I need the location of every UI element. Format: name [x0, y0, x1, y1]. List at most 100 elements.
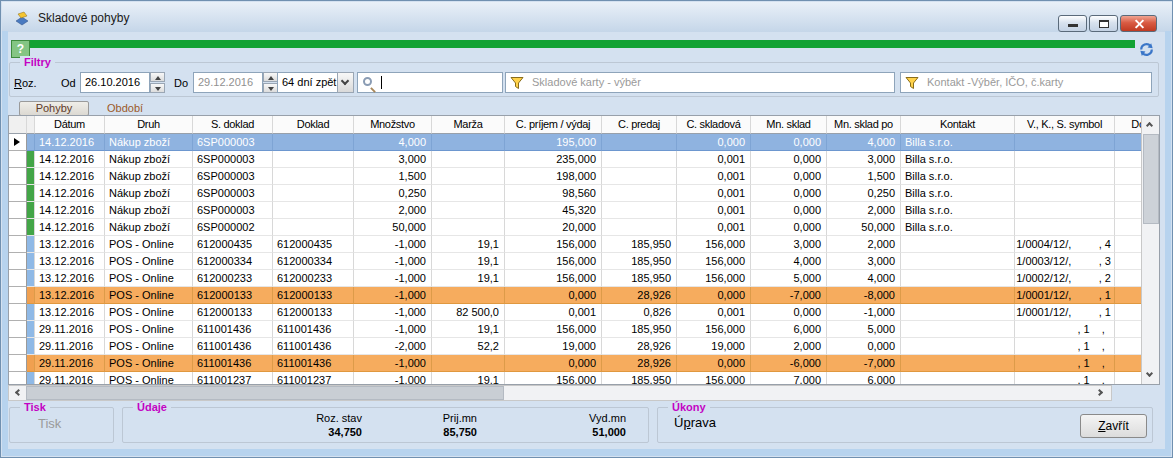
table-row[interactable]: 13.12.2016POS - Online612000435612000435… — [9, 236, 1160, 253]
table-cell[interactable] — [273, 134, 354, 151]
table-cell[interactable]: 6,000 — [827, 372, 901, 385]
row-selector-cell[interactable] — [9, 236, 27, 253]
table-cell[interactable]: POS - Online — [105, 372, 193, 385]
table-cell[interactable]: 612000133 — [273, 287, 354, 304]
row-selector-cell[interactable] — [9, 151, 27, 168]
table-cell[interactable]: 1/0003/12/, , 3 — [1015, 253, 1115, 270]
table-cell[interactable]: Nákup zboží — [105, 185, 193, 202]
date-to-spinner[interactable] — [263, 72, 278, 93]
table-cell[interactable]: 28,926 — [602, 355, 677, 372]
scroll-right-button[interactable] — [1094, 386, 1111, 400]
table-cell[interactable]: 3,000 — [827, 151, 901, 168]
table-cell[interactable]: 6SP000003 — [193, 185, 273, 202]
table-cell[interactable]: 3,000 — [751, 236, 827, 253]
table-cell[interactable]: , 1 , — [1015, 338, 1115, 355]
table-cell[interactable]: 5,000 — [827, 321, 901, 338]
column-header[interactable]: Mn. sklad — [751, 116, 827, 134]
table-cell[interactable]: 195,000 — [505, 134, 602, 151]
table-cell[interactable]: POS - Online — [105, 270, 193, 287]
table-cell[interactable]: POS - Online — [105, 253, 193, 270]
table-cell[interactable]: 611001436 — [193, 355, 273, 372]
kontakt-filter-input[interactable]: Kontakt -Výběr, IČO, č.karty — [900, 72, 1152, 93]
spin-up-icon[interactable] — [263, 72, 278, 82]
column-header[interactable]: Kontakt — [901, 116, 1015, 134]
table-row[interactable]: 29.11.2016POS - Online611001436611001436… — [9, 321, 1160, 338]
table-cell[interactable]: POS - Online — [105, 355, 193, 372]
table-cell[interactable]: , 1 , — [1015, 355, 1115, 372]
table-cell[interactable]: 0,000 — [827, 338, 901, 355]
roz-link[interactable]: Roz. — [14, 77, 37, 89]
table-cell[interactable] — [1015, 202, 1115, 219]
table-cell[interactable]: -1,000 — [354, 304, 432, 321]
table-cell[interactable]: 1,500 — [354, 168, 432, 185]
table-row[interactable]: 14.12.2016Nákup zboží6SP0000031,500198,0… — [9, 168, 1160, 185]
table-cell[interactable] — [432, 168, 505, 185]
table-cell[interactable] — [901, 236, 1015, 253]
date-from-spinner[interactable] — [150, 72, 165, 93]
table-cell[interactable] — [901, 253, 1015, 270]
row-selector-cell[interactable] — [9, 304, 27, 321]
table-cell[interactable] — [1015, 134, 1115, 151]
table-cell[interactable]: 19,000 — [677, 338, 751, 355]
horizontal-scrollbar[interactable] — [8, 385, 1112, 401]
column-header[interactable]: S. doklad — [193, 116, 273, 134]
row-selector-cell[interactable] — [9, 372, 27, 385]
table-cell[interactable]: 6SP000003 — [193, 134, 273, 151]
table-cell[interactable] — [273, 151, 354, 168]
table-cell[interactable]: 612000334 — [273, 253, 354, 270]
scroll-left-button[interactable] — [9, 386, 26, 400]
table-cell[interactable]: 612000435 — [193, 236, 273, 253]
table-cell[interactable]: 185,950 — [602, 372, 677, 385]
range-select[interactable]: 64 dní zpět — [277, 72, 338, 93]
minimize-button[interactable] — [1058, 15, 1087, 32]
table-cell[interactable]: 612000133 — [273, 304, 354, 321]
table-cell[interactable]: 13.12.2016 — [35, 270, 105, 287]
table-cell[interactable]: 0,000 — [505, 287, 602, 304]
row-selector-cell[interactable] — [9, 355, 27, 372]
table-cell[interactable]: 235,000 — [505, 151, 602, 168]
table-cell[interactable]: 0,000 — [677, 287, 751, 304]
table-cell[interactable]: 14.12.2016 — [35, 168, 105, 185]
table-cell[interactable] — [602, 202, 677, 219]
table-row[interactable]: 13.12.2016POS - Online612000334612000334… — [9, 253, 1160, 270]
refresh-icon[interactable] — [1138, 41, 1155, 58]
row-selector-cell[interactable] — [9, 134, 27, 151]
table-cell[interactable]: 28,926 — [602, 287, 677, 304]
table-cell[interactable]: 6SP000003 — [193, 151, 273, 168]
table-cell[interactable]: 29.11.2016 — [35, 321, 105, 338]
column-header[interactable]: Dátum — [35, 116, 105, 134]
table-cell[interactable]: -1,000 — [354, 270, 432, 287]
table-cell[interactable]: -8,000 — [827, 287, 901, 304]
table-row[interactable]: 13.12.2016POS - Online612000133612000133… — [9, 287, 1160, 304]
table-cell[interactable]: 0,000 — [751, 168, 827, 185]
table-cell[interactable] — [432, 151, 505, 168]
table-cell[interactable]: 13.12.2016 — [35, 287, 105, 304]
table-cell[interactable]: 6SP000003 — [193, 168, 273, 185]
table-cell[interactable] — [602, 168, 677, 185]
table-row[interactable]: 14.12.2016Nákup zboží6SP0000034,000195,0… — [9, 134, 1160, 151]
column-header[interactable]: Druh — [105, 116, 193, 134]
vertical-scrollbar[interactable] — [1141, 116, 1159, 384]
table-cell[interactable]: , 1 , — [1015, 372, 1115, 385]
table-cell[interactable] — [901, 321, 1015, 338]
scroll-down-button[interactable] — [1142, 367, 1160, 384]
table-cell[interactable]: 611001237 — [273, 372, 354, 385]
table-cell[interactable]: 29.11.2016 — [35, 355, 105, 372]
table-cell[interactable]: 156,000 — [677, 236, 751, 253]
table-cell[interactable]: 0,000 — [677, 134, 751, 151]
table-cell[interactable] — [273, 219, 354, 236]
table-cell[interactable]: 6,000 — [751, 321, 827, 338]
table-row[interactable]: 29.11.2016POS - Online611001436611001436… — [9, 355, 1160, 372]
table-cell[interactable]: Billa s.r.o. — [901, 185, 1015, 202]
column-header[interactable]: Marža — [432, 116, 505, 134]
column-header[interactable]: C. skladová — [677, 116, 751, 134]
table-cell[interactable]: 0,000 — [751, 185, 827, 202]
spin-down-icon[interactable] — [263, 83, 278, 93]
row-selector-cell[interactable] — [9, 321, 27, 338]
table-cell[interactable]: 156,000 — [505, 321, 602, 338]
table-cell[interactable]: 14.12.2016 — [35, 219, 105, 236]
table-row[interactable]: 14.12.2016Nákup zboží6SP0000032,00045,32… — [9, 202, 1160, 219]
table-cell[interactable] — [1015, 185, 1115, 202]
table-cell[interactable]: 2,000 — [751, 338, 827, 355]
table-cell[interactable]: 611001436 — [193, 338, 273, 355]
